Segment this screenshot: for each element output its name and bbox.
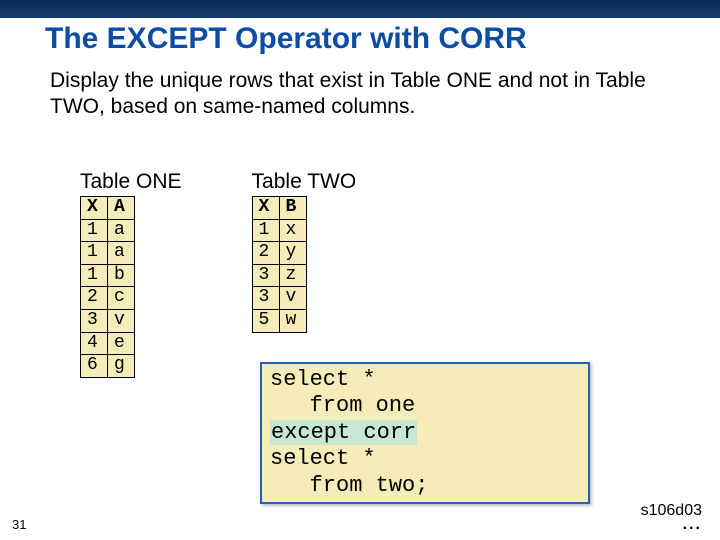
table-header-cell: A [108,197,135,220]
table-cell: 6 [81,355,108,378]
tables-container: Table ONE X A 1a 1a 1b 2c 3v 4e 6g Table… [80,170,640,378]
table-cell: g [108,355,135,378]
footer-dots: ... [641,520,702,530]
table-cell: 4 [81,332,108,355]
table-cell: w [279,309,306,332]
table-row: 2y [252,242,306,265]
footer-right: s106d03 ... [641,502,702,530]
table-cell: e [108,332,135,355]
table-row: X A [81,197,135,220]
table-row: 2c [81,287,135,310]
table-row: 1b [81,264,135,287]
table-cell: 2 [81,287,108,310]
table-cell: x [279,219,306,242]
table-one-title: Table ONE [80,170,182,194]
table-row: 1a [81,219,135,242]
slide-number: 31 [12,517,26,532]
table-header-cell: X [81,197,108,220]
table-cell: b [108,264,135,287]
slide-title: The EXCEPT Operator with CORR [45,22,527,56]
code-line: from two; [270,473,428,498]
table-cell: v [108,309,135,332]
table-cell: 1 [81,264,108,287]
table-row: 3v [252,287,306,310]
code-line: from one [270,393,415,418]
table-cell: a [108,242,135,265]
table-row: 1a [81,242,135,265]
table-cell: 1 [252,219,279,242]
sql-code-box: select * from one except corr select * f… [260,362,590,504]
table-cell: a [108,219,135,242]
table-cell: 3 [252,287,279,310]
table-one-block: Table ONE X A 1a 1a 1b 2c 3v 4e 6g [80,170,182,378]
table-row: 5w [252,309,306,332]
table-cell: 2 [252,242,279,265]
code-line-highlight: except corr [270,420,417,445]
table-header-cell: X [252,197,279,220]
code-line: select * [270,446,376,471]
table-row: 1x [252,219,306,242]
table-cell: v [279,287,306,310]
table-cell: 1 [81,242,108,265]
table-cell: 5 [252,309,279,332]
table-header-cell: B [279,197,306,220]
header-band [0,0,720,18]
table-row: 3v [81,309,135,332]
table-cell: y [279,242,306,265]
slide-description: Display the unique rows that exist in Ta… [50,68,670,121]
table-row: 6g [81,355,135,378]
table-cell: 1 [81,219,108,242]
table-two-block: Table TWO X B 1x 2y 3z 3v 5w [252,170,357,378]
code-line: select * [270,367,376,392]
table-two-title: Table TWO [252,170,357,194]
table-row: 4e [81,332,135,355]
table-cell: z [279,264,306,287]
table-one: X A 1a 1a 1b 2c 3v 4e 6g [80,196,135,378]
table-cell: c [108,287,135,310]
table-cell: 3 [252,264,279,287]
table-row: X B [252,197,306,220]
table-two: X B 1x 2y 3z 3v 5w [252,196,307,333]
table-row: 3z [252,264,306,287]
table-cell: 3 [81,309,108,332]
